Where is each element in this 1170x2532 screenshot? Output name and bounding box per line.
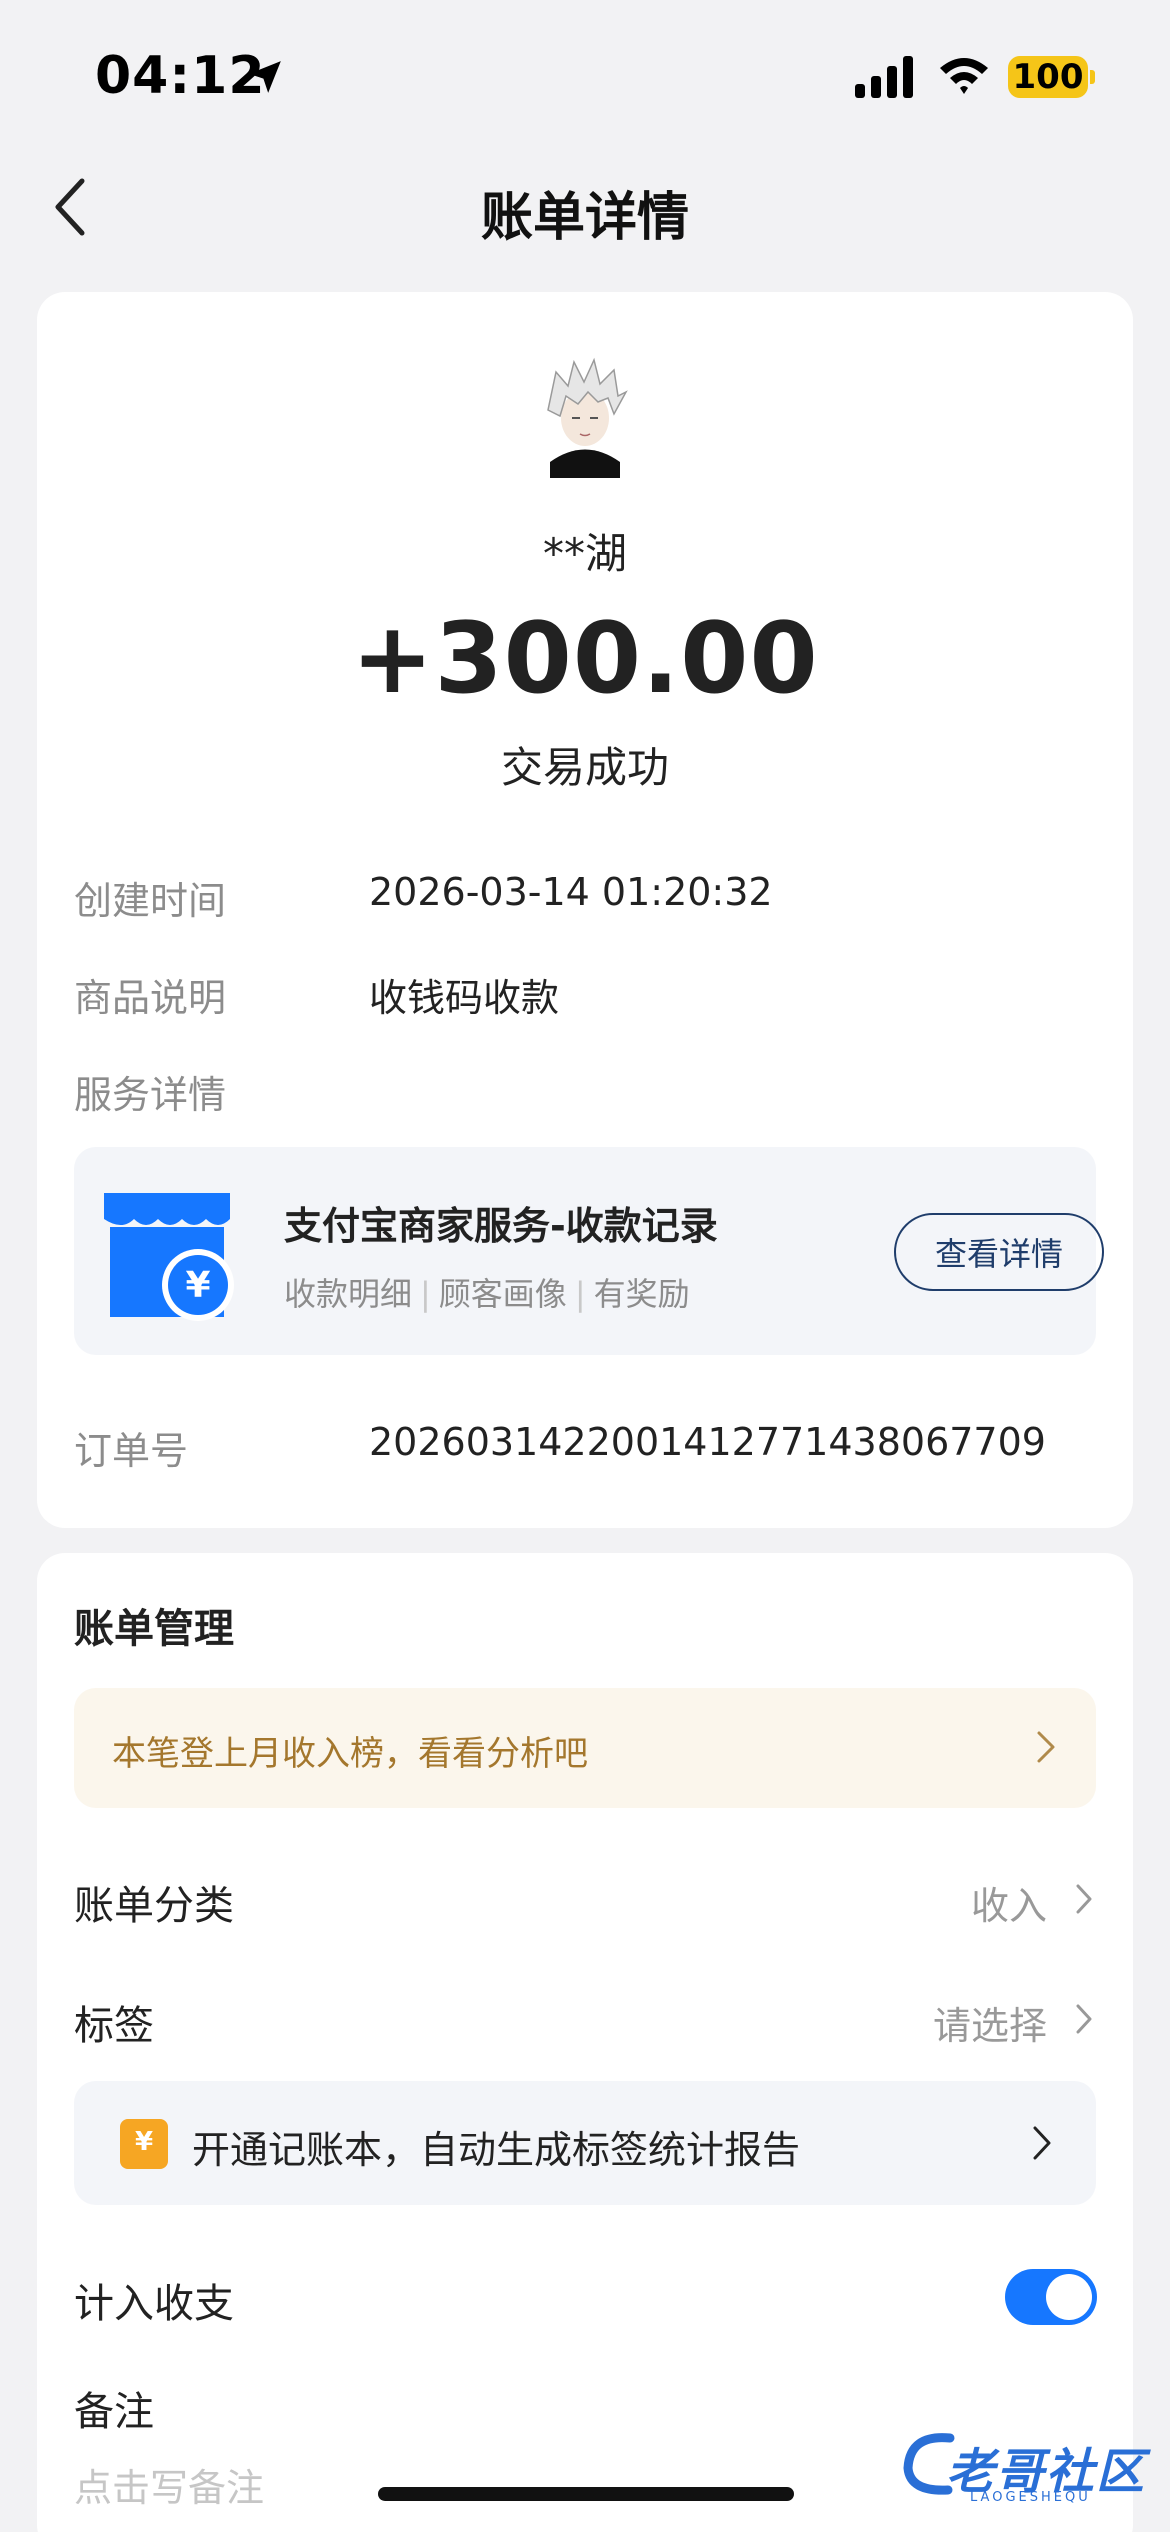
status-time: 04:12 <box>95 46 266 106</box>
tag-label: 标签 <box>74 2003 154 2049</box>
bill-management-title: 账单管理 <box>74 1606 234 1652</box>
tag-divider: | <box>574 1275 586 1313</box>
created-time-value: 2026-03-14 01:20:32 <box>369 870 773 914</box>
include-in-budget-label: 计入收支 <box>74 2281 234 2327</box>
merchant-service-title: 支付宝商家服务-收款记录 <box>284 1204 718 1248</box>
product-desc-label: 商品说明 <box>74 976 227 1020</box>
payer-name: **湖 <box>542 529 627 578</box>
service-tag: 有奖励 <box>593 1275 690 1313</box>
order-number-value: 2026031422001412771438067709 <box>369 1420 1046 1464</box>
merchant-service-tags: 收款明细 | 顾客画像 | 有奖励 <box>284 1269 690 1315</box>
bill-category-value[interactable]: 收入 <box>971 1875 1047 1930</box>
remark-label: 备注 <box>74 2389 154 2435</box>
payer-avatar <box>523 353 647 478</box>
battery-level: 100 <box>1012 57 1084 97</box>
merchant-store-icon: ¥ <box>104 1193 234 1321</box>
watermark-subtext: LAOGESHEQU <box>970 2490 1091 2505</box>
battery-tip <box>1090 70 1095 84</box>
transaction-status: 交易成功 <box>500 743 669 792</box>
toggle-knob <box>1046 2274 1092 2320</box>
home-indicator[interactable] <box>378 2487 794 2501</box>
cellular-signal-icon <box>855 56 913 98</box>
chevron-right-icon[interactable] <box>1075 2003 1093 2035</box>
open-ledger-text: 开通记账本，自动生成标签统计报告 <box>192 2128 801 2172</box>
view-details-button[interactable]: 查看详情 <box>894 1213 1104 1291</box>
service-tag: 顾客画像 <box>438 1275 567 1313</box>
bill-management-card: 账单管理 本笔登上月收入榜，看看分析吧 账单分类 收入 标签 请选择 ¥ 开通记… <box>37 1553 1133 2532</box>
ledger-icon-glyph: ¥ <box>134 2127 154 2157</box>
page-title: 账单详情 <box>480 188 689 248</box>
tag-divider: | <box>420 1275 431 1313</box>
chevron-right-icon[interactable] <box>1075 1883 1093 1915</box>
battery-indicator: 100 <box>1008 56 1088 98</box>
bill-detail-page: 04:12 100 账单详情 **湖 +300.00 交易成功 创建时间 202… <box>0 0 1170 2532</box>
created-time-label: 创建时间 <box>74 879 227 923</box>
chevron-right-icon <box>1033 2126 1051 2160</box>
transaction-card: **湖 +300.00 交易成功 创建时间 2026-03-14 01:20:3… <box>37 292 1133 1528</box>
watermark-logo: 老哥社区 LAOGESHEQU <box>900 2420 1160 2520</box>
ledger-yuan-icon: ¥ <box>120 2119 168 2169</box>
product-desc-value: 收钱码收款 <box>369 976 560 1020</box>
service-tag: 收款明细 <box>284 1275 413 1313</box>
merchant-service-card[interactable]: ¥ 支付宝商家服务-收款记录 收款明细 | 顾客画像 | 有奖励 查看详情 <box>74 1147 1104 1355</box>
tag-select-value[interactable]: 请选择 <box>933 1995 1047 2050</box>
remark-input[interactable]: 点击写备注 <box>74 2457 264 2512</box>
order-number-label: 订单号 <box>74 1429 189 1473</box>
income-ranking-banner[interactable]: 本笔登上月收入榜，看看分析吧 <box>74 1688 1096 1808</box>
status-bar: 04:12 100 <box>0 0 1170 150</box>
transaction-amount: +300.00 <box>351 602 819 716</box>
bill-category-label: 账单分类 <box>74 1883 234 1929</box>
location-arrow-icon <box>249 61 281 93</box>
income-ranking-text: 本笔登上月收入榜，看看分析吧 <box>112 1734 588 1774</box>
chevron-right-icon <box>1037 1731 1055 1763</box>
include-in-budget-toggle[interactable] <box>1005 2269 1097 2325</box>
service-detail-label: 服务详情 <box>74 1073 227 1117</box>
wifi-icon <box>940 58 988 94</box>
open-ledger-banner[interactable]: ¥ 开通记账本，自动生成标签统计报告 <box>74 2081 1096 2205</box>
svg-text:¥: ¥ <box>185 1265 210 1306</box>
